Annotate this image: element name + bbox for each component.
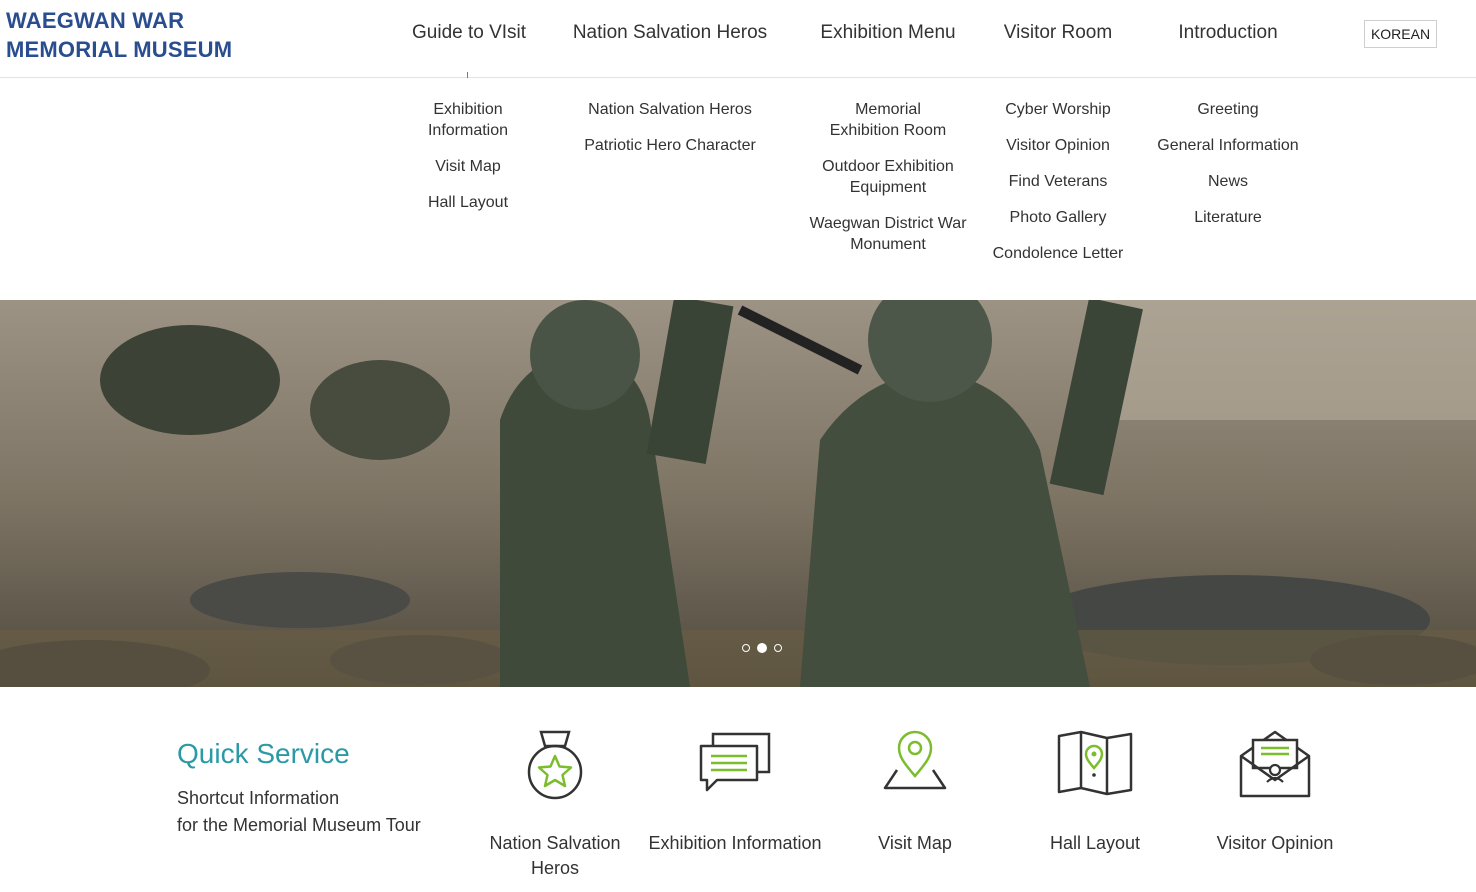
logo-line-1: WAEGWAN WAR — [6, 8, 185, 33]
nav-nation-salvation-heros[interactable]: Nation Salvation Heros — [572, 22, 768, 50]
map-pin-icon — [883, 730, 947, 790]
folded-map-icon — [1057, 730, 1133, 796]
submenu-visitor-room: Cyber Worship Visitor Opinion Find Veter… — [978, 99, 1138, 279]
envelope-letter-icon — [1239, 730, 1311, 798]
active-menu-indicator — [467, 72, 468, 78]
site-header: WAEGWAN WAR MEMORIAL MUSEUM Guide to VIs… — [0, 0, 1476, 78]
submenu-literature[interactable]: Literature — [1143, 207, 1313, 228]
submenu-hall-layout[interactable]: Hall Layout — [408, 192, 528, 213]
submenu-visitor-opinion[interactable]: Visitor Opinion — [978, 135, 1138, 156]
medal-icon — [527, 730, 583, 800]
submenu-patriotic-hero-character[interactable]: Patriotic Hero Character — [570, 135, 770, 156]
site-logo[interactable]: WAEGWAN WAR MEMORIAL MUSEUM — [6, 6, 232, 64]
submenu-exhibition-menu: Memorial Exhibition Room Outdoor Exhibit… — [798, 99, 978, 270]
submenu-news[interactable]: News — [1143, 171, 1313, 192]
korean-language-button[interactable]: KOREAN — [1364, 20, 1437, 48]
submenu-photo-gallery[interactable]: Photo Gallery — [978, 207, 1138, 228]
quick-nation-salvation-heros[interactable]: Nation Salvation Heros — [465, 728, 645, 881]
nav-visitor-room[interactable]: Visitor Room — [1002, 22, 1114, 50]
quick-visit-map[interactable]: Visit Map — [825, 728, 1005, 856]
quick-exhibition-information[interactable]: Exhibition Information — [645, 728, 825, 856]
submenu-greeting[interactable]: Greeting — [1143, 99, 1313, 120]
submenu-condolence-letter[interactable]: Condolence Letter — [978, 243, 1138, 264]
slider-pagination — [742, 643, 782, 653]
submenu-outdoor-exhibition-equipment[interactable]: Outdoor Exhibition Equipment — [798, 156, 978, 198]
quick-service-subtitle-line-2: for the Memorial Museum Tour — [177, 815, 421, 835]
slider-dot-3[interactable] — [774, 644, 782, 652]
slider-dot-1[interactable] — [742, 644, 750, 652]
quick-visit-map-label: Visit Map — [878, 833, 952, 853]
quick-visitor-opinion[interactable]: Visitor Opinion — [1185, 728, 1365, 856]
submenu-guide-to-visit: Exhibition Information Visit Map Hall La… — [408, 99, 528, 228]
quick-service-subtitle: Shortcut Information for the Memorial Mu… — [177, 785, 421, 839]
quick-service-title: Quick Service — [177, 738, 350, 769]
quick-nation-salvation-heros-label: Nation Salvation Heros — [489, 833, 621, 878]
quick-hall-layout-label: Hall Layout — [1049, 833, 1141, 853]
submenu-nation-salvation-heros-link[interactable]: Nation Salvation Heros — [570, 99, 770, 120]
slider-dot-2-active[interactable] — [757, 643, 767, 653]
submenu-cyber-worship[interactable]: Cyber Worship — [978, 99, 1138, 120]
mega-dropdown-menu: Exhibition Information Visit Map Hall La… — [0, 79, 1476, 300]
nav-introduction[interactable]: Introduction — [1172, 22, 1284, 50]
submenu-introduction: Greeting General Information News Litera… — [1143, 99, 1313, 243]
logo-line-2: MEMORIAL MUSEUM — [6, 37, 233, 62]
quick-service-subtitle-line-1: Shortcut Information — [177, 788, 340, 808]
nav-exhibition-menu[interactable]: Exhibition Menu — [818, 22, 958, 50]
submenu-visit-map[interactable]: Visit Map — [408, 156, 528, 177]
quick-hall-layout[interactable]: Hall Layout — [1005, 728, 1185, 856]
quick-visitor-opinion-label: Visitor Opinion — [1216, 833, 1334, 853]
submenu-waegwan-district-war-monument[interactable]: Waegwan District War Monument — [798, 213, 978, 255]
nav-guide-to-visit[interactable]: Guide to VIsit — [412, 22, 526, 50]
submenu-exhibition-information[interactable]: Exhibition Information — [408, 99, 528, 141]
chat-bubbles-icon — [699, 732, 771, 792]
hero-slider[interactable] — [0, 300, 1476, 687]
quick-exhibition-information-label: Exhibition Information — [648, 833, 822, 853]
hero-soldiers-photo — [0, 300, 1476, 687]
submenu-general-information[interactable]: General Information — [1143, 135, 1313, 156]
submenu-nation-salvation-heros: Nation Salvation Heros Patriotic Hero Ch… — [570, 99, 770, 171]
submenu-find-veterans[interactable]: Find Veterans — [978, 171, 1138, 192]
submenu-memorial-exhibition-room[interactable]: Memorial Exhibition Room — [823, 99, 953, 141]
